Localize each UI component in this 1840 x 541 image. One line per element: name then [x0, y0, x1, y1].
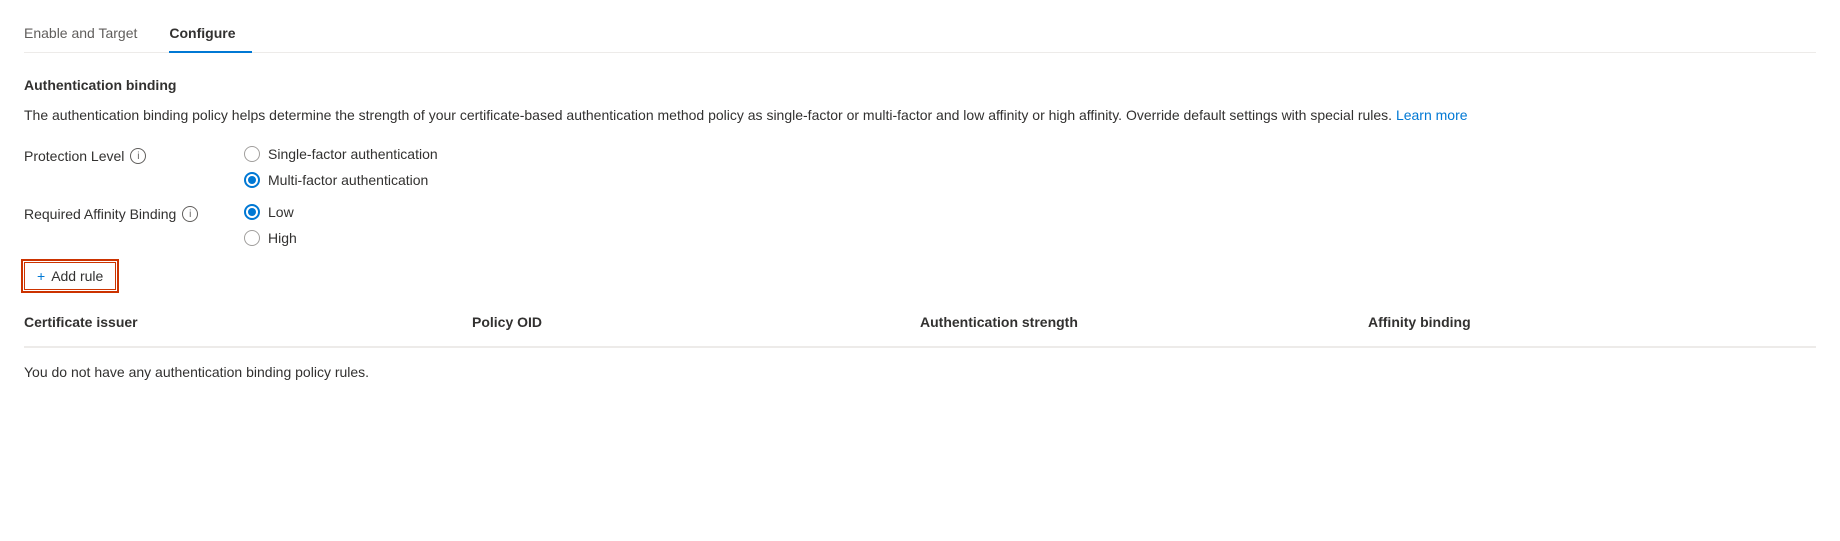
protection-level-options: Single-factor authentication Multi-facto… — [244, 146, 438, 188]
high-affinity-radio[interactable] — [244, 230, 260, 246]
multi-factor-option[interactable]: Multi-factor authentication — [244, 172, 438, 188]
low-affinity-radio[interactable] — [244, 204, 260, 220]
protection-level-info-icon[interactable]: i — [130, 148, 146, 164]
affinity-binding-options: Low High — [244, 204, 297, 246]
tab-configure[interactable]: Configure — [169, 17, 251, 53]
section-description: The authentication binding policy helps … — [24, 105, 1624, 126]
affinity-binding-label: Required Affinity Binding i — [24, 204, 244, 222]
col-auth-strength: Authentication strength — [920, 306, 1368, 338]
affinity-binding-info-icon[interactable]: i — [182, 206, 198, 222]
table-header: Certificate issuer Policy OID Authentica… — [24, 306, 1816, 347]
tab-enable-target[interactable]: Enable and Target — [24, 17, 153, 53]
col-affinity-binding: Affinity binding — [1368, 306, 1816, 338]
single-factor-option[interactable]: Single-factor authentication — [244, 146, 438, 162]
table-empty-message: You do not have any authentication bindi… — [24, 348, 1816, 396]
low-affinity-option[interactable]: Low — [244, 204, 297, 220]
high-affinity-option[interactable]: High — [244, 230, 297, 246]
section-title: Authentication binding — [24, 77, 1816, 93]
tab-bar: Enable and Target Configure — [24, 16, 1816, 53]
protection-level-label: Protection Level i — [24, 146, 244, 164]
learn-more-link[interactable]: Learn more — [1396, 107, 1468, 123]
add-rule-button[interactable]: + Add rule — [24, 262, 116, 290]
rules-table: Certificate issuer Policy OID Authentica… — [24, 306, 1816, 396]
multi-factor-radio[interactable] — [244, 172, 260, 188]
single-factor-radio[interactable] — [244, 146, 260, 162]
col-policy-oid: Policy OID — [472, 306, 920, 338]
plus-icon: + — [37, 268, 45, 284]
col-certificate-issuer: Certificate issuer — [24, 306, 472, 338]
protection-level-row: Protection Level i Single-factor authent… — [24, 146, 1816, 188]
affinity-binding-row: Required Affinity Binding i Low High — [24, 204, 1816, 246]
